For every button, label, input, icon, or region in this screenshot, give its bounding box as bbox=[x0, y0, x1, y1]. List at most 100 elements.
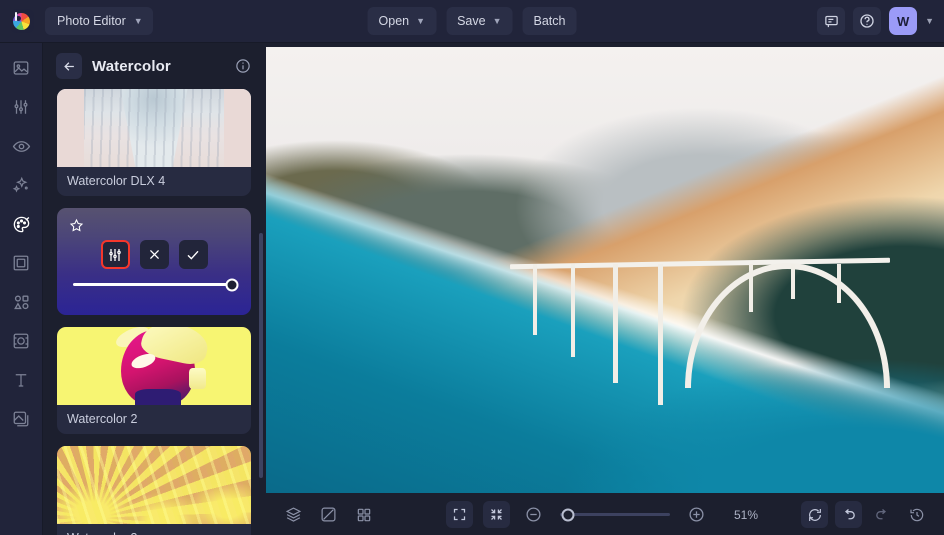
shapes-icon bbox=[13, 294, 29, 309]
open-button-label: Open bbox=[378, 14, 410, 28]
cancel-effect-button[interactable] bbox=[139, 240, 169, 269]
sidebar-item-effects[interactable] bbox=[6, 172, 36, 198]
zoom-out-button[interactable] bbox=[520, 501, 547, 528]
main-body: Watercolor Watercolor DLX 4 Watercolor 2… bbox=[0, 43, 944, 535]
chat-icon bbox=[824, 15, 838, 27]
compare-button[interactable] bbox=[315, 501, 342, 528]
undo-icon bbox=[844, 509, 855, 520]
bottom-toolbar: 51% bbox=[266, 493, 944, 535]
help-button[interactable] bbox=[853, 7, 882, 35]
list-item[interactable]: Watercolor 3 bbox=[57, 446, 251, 535]
image-canvas[interactable] bbox=[266, 47, 944, 493]
save-button[interactable]: Save ▼ bbox=[446, 7, 513, 35]
slider-handle[interactable] bbox=[225, 278, 239, 291]
layers-icon bbox=[285, 507, 302, 522]
befunky-logo[interactable] bbox=[9, 9, 34, 33]
apply-effect-button[interactable] bbox=[178, 240, 208, 269]
account-chevron-down-icon[interactable]: ▼ bbox=[925, 16, 934, 26]
bridge-pier bbox=[658, 264, 664, 406]
grid-icon bbox=[357, 508, 370, 521]
grid-button[interactable] bbox=[350, 501, 377, 528]
batch-button[interactable]: Batch bbox=[522, 7, 577, 35]
list-item[interactable]: Watercolor DLX 4 bbox=[57, 89, 251, 196]
palette-icon bbox=[13, 216, 29, 232]
layers-icon bbox=[13, 411, 29, 427]
favorite-star-icon[interactable] bbox=[69, 218, 85, 234]
fit-screen-button[interactable] bbox=[446, 501, 473, 528]
compare-icon bbox=[321, 507, 336, 522]
info-icon bbox=[236, 59, 250, 73]
image-icon bbox=[13, 61, 29, 75]
layers-button[interactable] bbox=[280, 501, 307, 528]
sliders-icon bbox=[14, 100, 28, 114]
bridge-pier bbox=[612, 264, 618, 383]
left-tool-rail bbox=[0, 43, 43, 535]
zoom-slider-handle[interactable] bbox=[561, 508, 575, 521]
effects-list[interactable]: Watercolor DLX 4 Watercolor 2 bbox=[43, 89, 265, 535]
frame-icon bbox=[13, 255, 29, 271]
panel-header: Watercolor bbox=[43, 43, 265, 89]
sidebar-item-edit[interactable] bbox=[6, 94, 36, 120]
panel-scrollbar[interactable] bbox=[259, 233, 263, 478]
sidebar-item-frames[interactable] bbox=[6, 250, 36, 276]
help-icon bbox=[860, 14, 874, 28]
mode-selector-button[interactable]: Photo Editor ▼ bbox=[45, 7, 153, 35]
mode-selector-label: Photo Editor bbox=[57, 14, 126, 28]
sidebar-item-graphics[interactable] bbox=[6, 289, 36, 315]
sidebar-item-image-manager[interactable] bbox=[6, 55, 36, 81]
canvas-area: 51% bbox=[266, 43, 944, 535]
list-item[interactable]: Watercolor 2 bbox=[57, 327, 251, 434]
thumb-shape bbox=[188, 367, 207, 390]
sidebar-item-text[interactable] bbox=[6, 367, 36, 393]
sidebar-item-touch-up[interactable] bbox=[6, 133, 36, 159]
app-root: Photo Editor ▼ Open ▼ Save ▼ Batch W ▼ W… bbox=[0, 0, 944, 535]
info-button[interactable] bbox=[233, 56, 253, 76]
effect-settings-button[interactable] bbox=[100, 240, 130, 269]
thumb-shape bbox=[134, 389, 182, 405]
redo-button[interactable] bbox=[869, 501, 896, 528]
collapse-icon bbox=[491, 509, 502, 520]
bridge-pier bbox=[749, 264, 754, 313]
chevron-down-icon: ▼ bbox=[133, 15, 143, 26]
save-button-label: Save bbox=[457, 14, 486, 28]
slider-track[interactable] bbox=[73, 278, 239, 291]
sidebar-item-overlays[interactable] bbox=[6, 328, 36, 354]
reset-icon bbox=[808, 508, 821, 521]
bridge-deck bbox=[510, 257, 890, 270]
bottom-left-tools bbox=[280, 501, 377, 528]
logo-container bbox=[0, 0, 43, 43]
avatar[interactable]: W bbox=[889, 7, 918, 35]
zoom-in-button[interactable] bbox=[683, 501, 710, 528]
open-button[interactable]: Open ▼ bbox=[367, 7, 437, 35]
reset-button[interactable] bbox=[801, 501, 828, 528]
back-button[interactable] bbox=[56, 53, 82, 79]
history-icon bbox=[909, 508, 923, 521]
batch-button-label: Batch bbox=[533, 14, 566, 28]
effect-intensity-slider[interactable] bbox=[69, 278, 239, 291]
logo-stem bbox=[14, 12, 17, 21]
sidebar-item-artsy[interactable] bbox=[6, 211, 36, 237]
top-bar: Photo Editor ▼ Open ▼ Save ▼ Batch W ▼ bbox=[0, 0, 944, 43]
bridge-arch bbox=[684, 263, 890, 389]
close-icon bbox=[149, 249, 159, 260]
actual-size-button[interactable] bbox=[483, 501, 510, 528]
sparkles-icon bbox=[12, 176, 28, 193]
eye-icon bbox=[12, 140, 30, 152]
page-title: Watercolor bbox=[92, 57, 171, 75]
undo-button[interactable] bbox=[835, 501, 862, 528]
overlay-icon bbox=[13, 333, 29, 349]
sliders-icon bbox=[109, 248, 121, 261]
feedback-button[interactable] bbox=[817, 7, 846, 35]
chevron-down-icon: ▼ bbox=[416, 15, 426, 26]
zoom-controls: 51% bbox=[446, 501, 764, 528]
avatar-initial: W bbox=[896, 13, 910, 29]
bridge-overlay bbox=[510, 257, 890, 422]
redo-icon bbox=[876, 509, 887, 520]
sidebar-item-textures[interactable] bbox=[6, 406, 36, 432]
effects-panel: Watercolor Watercolor DLX 4 Watercolor 2 bbox=[43, 43, 266, 535]
list-item-label: Watercolor 2 bbox=[67, 412, 138, 426]
bridge-pier bbox=[791, 264, 796, 300]
zoom-slider[interactable] bbox=[560, 508, 670, 521]
top-center-actions: Open ▼ Save ▼ Batch bbox=[367, 7, 577, 35]
history-button[interactable] bbox=[903, 501, 930, 528]
